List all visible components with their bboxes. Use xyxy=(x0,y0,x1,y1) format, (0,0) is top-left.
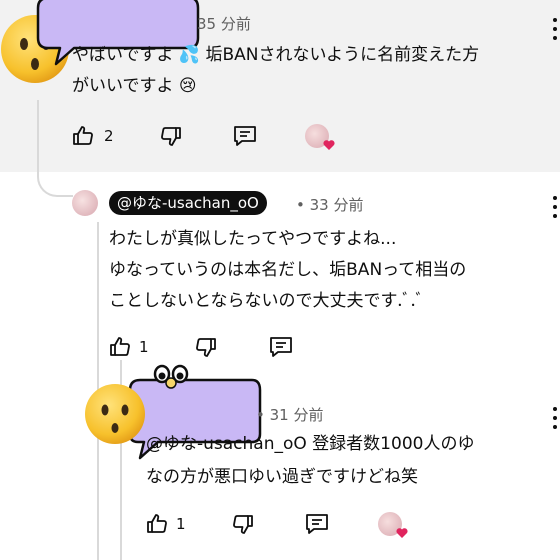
reply-icon xyxy=(270,337,292,357)
reply-text: @ゆな-usachan_oO 登録者数1000人のゆ なの方が悪口ゆい過ぎですけ… xyxy=(146,434,475,487)
reply-button[interactable] xyxy=(302,509,332,539)
like-button[interactable] xyxy=(142,509,172,539)
heart-icon xyxy=(323,140,335,150)
more-icon[interactable] xyxy=(551,18,559,40)
reply-text: わたしが真似したってやつですよね... ゆなっていうのは本名だし、垢BANって相… xyxy=(109,229,467,311)
avatar[interactable] xyxy=(72,190,98,216)
comment-text: やばいですよ 💦 垢BANされないように名前変えた方 がいいですよ 😢 xyxy=(72,45,480,96)
dislike-icon xyxy=(233,515,253,534)
dislike-icon xyxy=(196,338,216,357)
author-handle-chip[interactable]: @ゆな-usachan_oO xyxy=(109,191,267,215)
more-icon[interactable] xyxy=(551,196,559,218)
reply-icon xyxy=(306,514,328,534)
dislike-icon xyxy=(161,127,181,146)
dislike-button[interactable] xyxy=(156,121,186,151)
reply-timestamp: • 33 分前 xyxy=(296,196,364,214)
more-icon[interactable] xyxy=(551,407,559,429)
like-count: 1 xyxy=(176,515,186,533)
like-count: 1 xyxy=(139,338,149,356)
like-icon xyxy=(110,337,130,356)
like-icon xyxy=(147,514,167,533)
reply-timestamp: • 31 分前 xyxy=(256,406,324,424)
reply-button[interactable] xyxy=(266,332,296,362)
comment-timestamp: 35 分前 xyxy=(197,15,251,33)
dislike-button[interactable] xyxy=(228,509,258,539)
like-icon xyxy=(73,126,93,145)
like-count: 2 xyxy=(104,127,114,145)
emoji-face-icon xyxy=(84,383,146,445)
like-button[interactable] xyxy=(68,121,98,151)
heart-icon xyxy=(396,528,408,538)
reply-icon xyxy=(234,126,256,146)
reply-button[interactable] xyxy=(230,121,260,151)
